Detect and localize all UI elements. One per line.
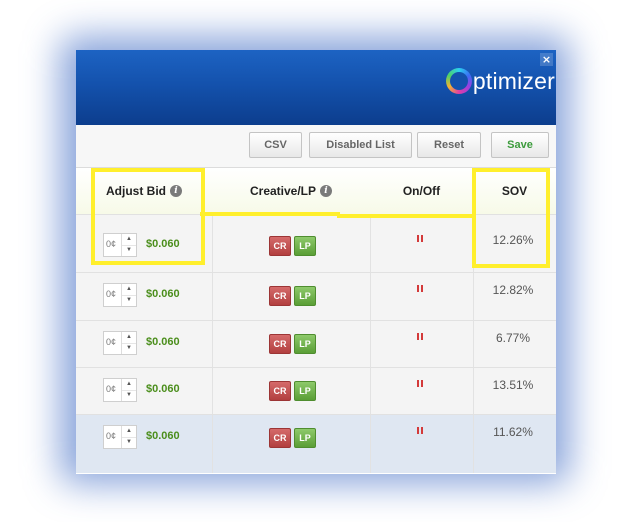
bid-value: $0.060: [146, 383, 180, 395]
lp-button[interactable]: LP: [294, 334, 316, 354]
logo-text: ptimizer: [472, 67, 555, 94]
sov-value: 6.77%: [495, 331, 531, 345]
stepper-arrows: ▲ ▼: [121, 426, 136, 448]
column-divider: [212, 321, 213, 368]
cr-button[interactable]: CR: [269, 286, 291, 306]
caret-down-icon[interactable]: ▼: [122, 295, 136, 306]
highlight-sov: [472, 168, 550, 268]
caret-down-icon[interactable]: ▼: [122, 390, 136, 401]
stepper-value: 0¢: [106, 384, 117, 394]
pause-icon[interactable]: [417, 285, 425, 293]
pause-icon[interactable]: [417, 235, 425, 243]
logo-ring-icon: [446, 68, 472, 94]
column-divider: [370, 368, 371, 415]
bid-value: $0.060: [146, 288, 180, 300]
pause-icon[interactable]: [417, 380, 425, 388]
optimizer-logo: ptimizer: [446, 65, 555, 97]
info-icon[interactable]: i: [320, 185, 333, 197]
disabled-list-button[interactable]: Disabled List: [309, 132, 412, 158]
window-header: × ptimizer: [76, 50, 556, 125]
sov-value: 12.82%: [492, 283, 534, 297]
highlight-underline-creative: [200, 208, 340, 216]
highlight-underline-onoff: [337, 212, 475, 218]
highlight-adjust-bid: [91, 168, 205, 265]
caret-down-icon[interactable]: ▼: [122, 343, 136, 354]
pause-icon[interactable]: [417, 333, 425, 341]
table-row: 0¢ ▲ ▼ $0.060 CR LP 6.77%: [76, 320, 556, 368]
table-row: 0¢ ▲ ▼ $0.060 CR LP 11.62%: [76, 414, 556, 473]
cr-button[interactable]: CR: [269, 428, 291, 448]
column-divider: [370, 415, 371, 473]
bid-value: $0.060: [146, 430, 180, 442]
stepper-arrows: ▲ ▼: [121, 332, 136, 354]
column-divider: [370, 273, 371, 321]
pause-icon[interactable]: [417, 427, 425, 435]
lp-button[interactable]: LP: [294, 286, 316, 306]
bid-value: $0.060: [146, 336, 180, 348]
column-divider: [370, 321, 371, 368]
column-header-on-off[interactable]: On/Off: [370, 168, 473, 214]
stepper-arrows: ▲ ▼: [121, 284, 136, 306]
bid-adjust-stepper[interactable]: 0¢ ▲ ▼: [103, 378, 137, 402]
column-divider: [212, 215, 213, 273]
bid-adjust-stepper[interactable]: 0¢ ▲ ▼: [103, 425, 137, 449]
column-divider: [212, 273, 213, 321]
lp-button[interactable]: LP: [294, 236, 316, 256]
stepper-value: 0¢: [106, 289, 117, 299]
reset-button[interactable]: Reset: [417, 132, 481, 158]
stepper-value: 0¢: [106, 431, 117, 441]
sov-value: 11.62%: [493, 425, 533, 439]
table-row: 0¢ ▲ ▼ $0.060 CR LP 12.82%: [76, 272, 556, 321]
stepper-value: 0¢: [106, 337, 117, 347]
save-button[interactable]: Save: [491, 132, 549, 158]
cr-button[interactable]: CR: [269, 381, 291, 401]
column-divider: [212, 415, 213, 473]
column-divider: [473, 273, 474, 321]
bid-adjust-stepper[interactable]: 0¢ ▲ ▼: [103, 331, 137, 355]
stepper-arrows: ▲ ▼: [121, 379, 136, 401]
toolbar: CSV Disabled List Reset Save: [76, 125, 556, 168]
csv-button[interactable]: CSV: [249, 132, 302, 158]
column-divider: [473, 415, 474, 473]
sov-value: 13.51%: [492, 378, 534, 392]
caret-down-icon[interactable]: ▼: [122, 437, 136, 448]
bid-adjust-stepper[interactable]: 0¢ ▲ ▼: [103, 283, 137, 307]
column-divider: [370, 215, 371, 273]
lp-button[interactable]: LP: [294, 428, 316, 448]
lp-button[interactable]: LP: [294, 381, 316, 401]
table-row: 0¢ ▲ ▼ $0.060 CR LP 13.51%: [76, 367, 556, 415]
column-divider: [212, 368, 213, 415]
cr-button[interactable]: CR: [269, 334, 291, 354]
cr-button[interactable]: CR: [269, 236, 291, 256]
